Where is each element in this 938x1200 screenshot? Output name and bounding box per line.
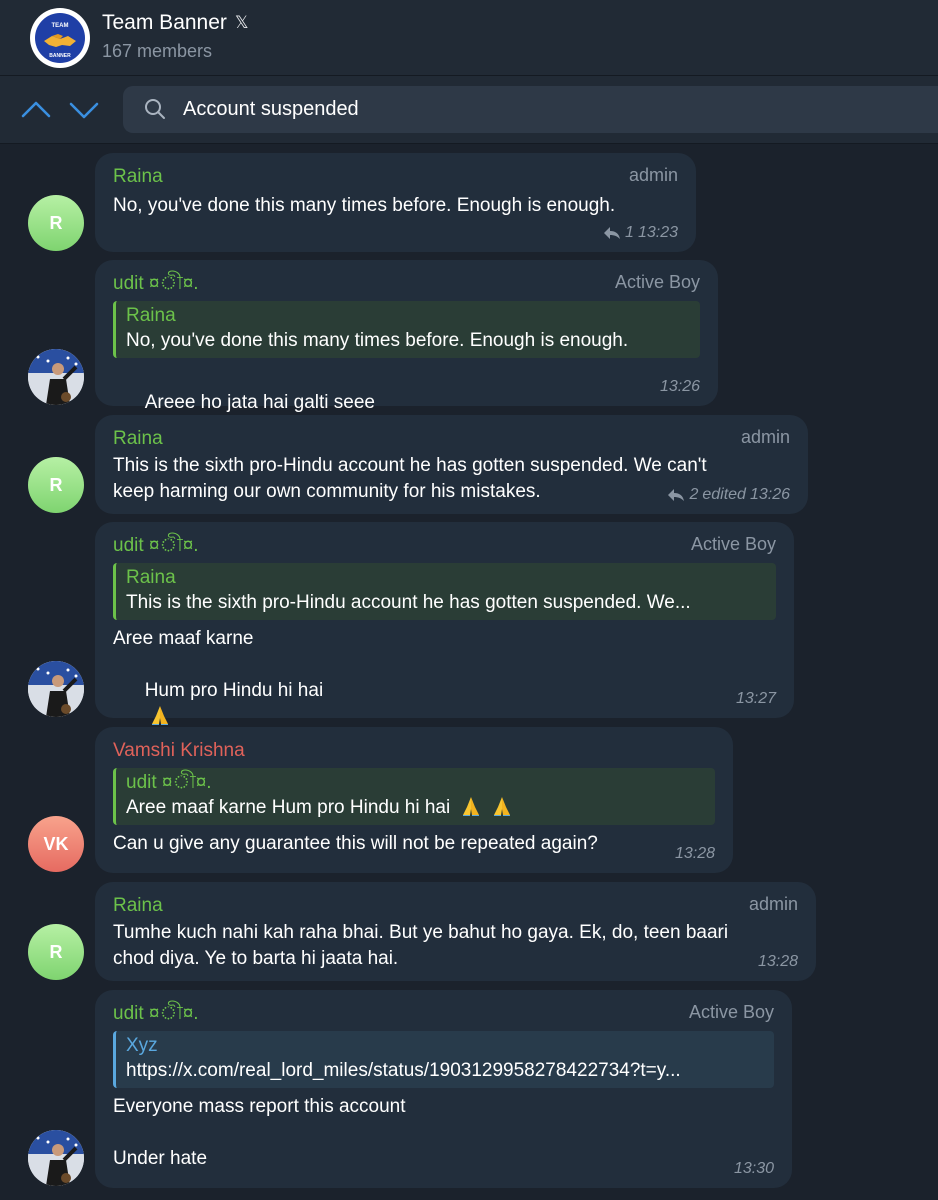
message-text-line: Hum pro Hindu hi hai bbox=[144, 680, 324, 701]
folded-hands-emoji-icon bbox=[151, 706, 168, 725]
sender-role: admin bbox=[628, 165, 678, 185]
message-time: 13:26 bbox=[749, 486, 790, 503]
group-title[interactable]: Team Banner 𝕏 bbox=[102, 11, 249, 35]
message-time: 13:28 bbox=[757, 953, 798, 970]
folded-hands-emoji-icon bbox=[462, 797, 479, 816]
message-time: 13:23 bbox=[637, 224, 678, 241]
message-text-line: Aree maaf karne bbox=[113, 628, 254, 649]
quote-text: This is the sixth pro-Hindu account he h… bbox=[126, 592, 691, 613]
message-meta: 1 13:23 bbox=[603, 224, 678, 242]
sender-name[interactable]: Raina bbox=[113, 165, 678, 189]
avatar[interactable] bbox=[28, 349, 84, 405]
search-next-button[interactable] bbox=[66, 92, 102, 128]
reply-arrow-icon bbox=[604, 227, 621, 239]
search-icon bbox=[145, 99, 165, 119]
search-input[interactable]: Account suspended bbox=[123, 86, 938, 133]
user-photo-icon bbox=[28, 1130, 84, 1186]
reply-quote[interactable]: Raina No, you've done this many times be… bbox=[113, 301, 700, 358]
message-meta: 13:28 bbox=[675, 845, 715, 863]
sender-role: Active Boy bbox=[614, 272, 700, 292]
quote-sender: udit ¤ী¤. bbox=[126, 772, 212, 793]
edited-label: edited bbox=[702, 486, 746, 503]
reply-count: 2 bbox=[689, 486, 699, 503]
chevron-down-icon bbox=[69, 102, 99, 119]
quote-link[interactable]: https://x.com/real_lord_miles/status/190… bbox=[126, 1058, 764, 1083]
avatar[interactable]: VK bbox=[28, 816, 84, 872]
folded-hands-emoji-icon bbox=[493, 797, 510, 816]
sender-name[interactable]: Vamshi Krishna bbox=[113, 739, 715, 763]
message-time: 13:26 bbox=[659, 378, 700, 395]
member-count: 167 members bbox=[102, 41, 213, 61]
message-list: R Raina admin No, you've done this many … bbox=[0, 145, 938, 1200]
avatar[interactable] bbox=[28, 661, 84, 717]
user-photo-icon bbox=[28, 349, 84, 405]
message-meta: 13:30 bbox=[734, 1160, 774, 1178]
message-bubble[interactable]: Raina admin No, you've done this many ti… bbox=[95, 153, 696, 252]
message-bubble[interactable]: udit ¤ী¤. Active Boy Raina This is the s… bbox=[95, 522, 794, 751]
logo-text-bottom: BANNER bbox=[49, 53, 71, 59]
message-meta: 13:28 bbox=[758, 953, 798, 971]
message-bubble[interactable]: udit ¤ী¤. Active Boy Raina No, you've do… bbox=[95, 260, 718, 463]
chevron-up-icon bbox=[21, 101, 51, 118]
message-bubble[interactable]: Raina admin Tumhe kuch nahi kah raha bha… bbox=[95, 882, 816, 981]
search-query: Account suspended bbox=[183, 98, 359, 120]
quote-text: No, you've done this many times before. … bbox=[126, 330, 629, 351]
message-text: No, you've done this many times before. … bbox=[113, 195, 616, 216]
chat-header: TEAM BANNER Team Banner 𝕏 167 members bbox=[0, 0, 938, 76]
quote-text-row: Aree maaf karne Hum pro Hindu hi hai bbox=[126, 795, 705, 820]
avatar[interactable]: R bbox=[28, 457, 84, 513]
message-bubble[interactable]: udit ¤ী¤. Active Boy Xyz https://x.com/r… bbox=[95, 990, 792, 1188]
message-time: 13:30 bbox=[733, 1160, 774, 1177]
message-meta: 13:27 bbox=[736, 690, 776, 708]
sender-name[interactable]: udit ¤ী¤. bbox=[113, 534, 776, 558]
sender-role: Active Boy bbox=[688, 1002, 774, 1022]
message-text: Areee ho jata hai galti seee bbox=[144, 392, 375, 413]
search-prev-button[interactable] bbox=[18, 92, 54, 128]
x-badge-icon: 𝕏 bbox=[234, 13, 249, 33]
quote-text: Aree maaf karne Hum pro Hindu hi hai bbox=[126, 797, 451, 818]
sender-role: admin bbox=[748, 894, 798, 914]
user-photo-icon bbox=[28, 661, 84, 717]
quote-sender: Raina bbox=[126, 567, 176, 588]
logo-text-top: TEAM bbox=[52, 23, 69, 29]
message-meta: 2 edited 13:26 bbox=[667, 486, 790, 504]
sender-role: admin bbox=[740, 427, 790, 447]
avatar[interactable]: R bbox=[28, 924, 84, 980]
avatar[interactable] bbox=[28, 1130, 84, 1186]
message-bubble[interactable]: Raina admin This is the sixth pro-Hindu … bbox=[95, 415, 808, 514]
message-time: 13:27 bbox=[735, 690, 776, 707]
avatar[interactable]: R bbox=[28, 195, 84, 251]
reply-quote[interactable]: Xyz https://x.com/real_lord_miles/status… bbox=[113, 1031, 774, 1088]
sender-role: Active Boy bbox=[690, 534, 776, 554]
reply-arrow-icon bbox=[668, 489, 685, 501]
message-text: Can u give any guarantee this will not b… bbox=[113, 833, 598, 854]
message-text-line: Everyone mass report this account bbox=[113, 1096, 406, 1117]
message-time: 13:28 bbox=[674, 845, 715, 862]
message-text-line: Under hate bbox=[113, 1148, 208, 1169]
sender-name[interactable]: udit ¤ী¤. bbox=[113, 1002, 774, 1026]
quote-sender: Xyz bbox=[126, 1035, 158, 1056]
group-avatar[interactable]: TEAM BANNER bbox=[30, 8, 90, 68]
group-title-text: Team Banner bbox=[102, 11, 227, 34]
sender-name[interactable]: udit ¤ী¤. bbox=[113, 272, 700, 296]
reply-quote[interactable]: udit ¤ী¤. Aree maaf karne Hum pro Hindu … bbox=[113, 768, 715, 825]
search-bar: Account suspended bbox=[0, 76, 938, 144]
message-meta: 13:26 bbox=[660, 378, 700, 396]
reply-count: 1 bbox=[625, 224, 634, 241]
sender-name[interactable]: Raina bbox=[113, 894, 798, 918]
handshake-logo-icon: TEAM BANNER bbox=[31, 9, 89, 67]
quote-sender: Raina bbox=[126, 305, 176, 326]
message-text: Tumhe kuch nahi kah raha bhai. But ye ba… bbox=[113, 922, 729, 969]
message-bubble[interactable]: Vamshi Krishna udit ¤ী¤. Aree maaf karne… bbox=[95, 727, 733, 873]
reply-quote[interactable]: Raina This is the sixth pro-Hindu accoun… bbox=[113, 563, 776, 620]
sender-name[interactable]: Raina bbox=[113, 427, 790, 451]
